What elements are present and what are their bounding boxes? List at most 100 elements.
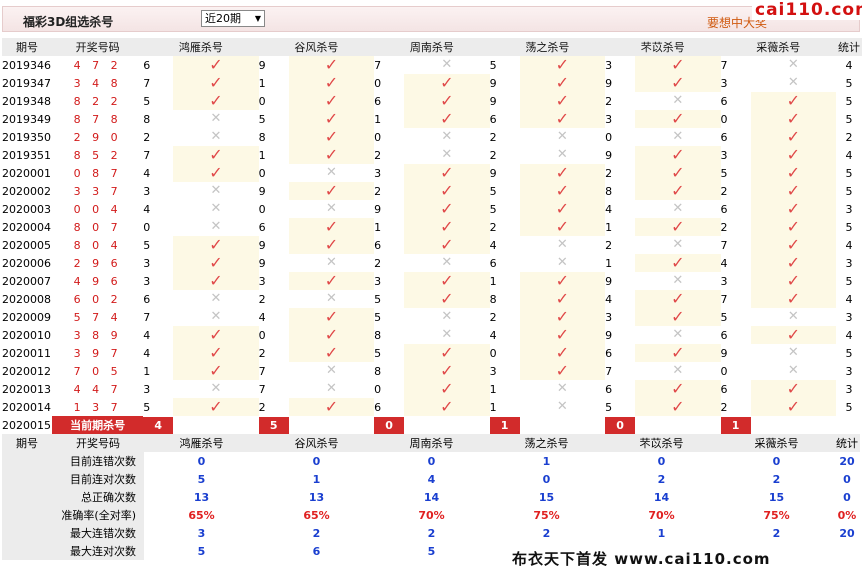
result-cell: ✓ [288,182,375,200]
draw-number-cell: 1 3 7 [73,400,122,414]
kill-number-cell: 6 [374,238,382,252]
check-icon: ✓ [786,164,800,182]
stats-value: 75% [763,508,790,522]
stats-row: 最大连错次数 3 2 2 2 1 2 20 [2,524,860,542]
cross-icon: ✕ [556,237,568,252]
result-cell: ✓ [173,344,259,362]
kill-number-table: 期号 开奖号码 鸿雁杀号 谷风杀号 周南杀号 荡之杀号 芣苡杀号 采薇杀号 统计… [2,38,862,434]
result-cell: ✓ [635,164,721,182]
kill-number-cell: 7 [720,58,728,72]
kill-number-cell: 6 [374,94,382,108]
kill-number-cell: 1 [605,256,613,270]
check-icon: ✓ [209,236,223,254]
check-icon: ✓ [324,182,339,200]
result-cell: ✕ [404,308,489,326]
period-cell: 2020006 [2,256,51,270]
period-range-select[interactable]: 近20期 ▼ [201,10,265,27]
cross-icon: ✕ [556,129,568,144]
total-cell: 5 [845,220,853,234]
result-cell: ✓ [750,218,836,236]
check-icon: ✓ [440,344,454,362]
result-cell: ✕ [635,236,720,254]
total-cell: 4 [845,238,853,252]
kill-number-cell: 1 [258,76,266,90]
kill-number-cell: 5 [489,184,497,198]
kill-number-cell: 2 [374,184,382,198]
col-header: 期号 [2,38,52,56]
period-cell: 2020008 [2,292,51,306]
check-icon: ✓ [786,254,800,272]
cross-icon: ✕ [441,327,453,342]
total-cell: 4 [845,148,853,162]
kill-number-cell: 6 [143,58,151,72]
draw-number-cell: 0 0 4 [73,202,122,216]
check-icon: ✓ [786,290,800,308]
kill-number-cell: 5 [143,400,151,414]
result-cell: ✓ [404,344,490,362]
draw-number-cell: 2 9 0 [73,130,122,144]
check-icon: ✓ [324,146,339,164]
result-cell: ✓ [404,182,490,200]
kill-number-cell: 5 [374,310,382,324]
check-icon: ✓ [786,398,800,416]
draw-number-cell: 0 8 7 [73,166,122,180]
kill-number-cell: 4 [605,202,613,216]
stats-header: 期号 开奖号码 鸿雁杀号 谷风杀号 周南杀号 荡之杀号 芣苡杀号 采薇杀号 统计 [2,434,860,452]
check-icon: ✓ [440,290,454,308]
kill-number-cell: 6 [720,94,728,108]
result-cell: ✓ [288,146,375,164]
result-cell: ✓ [750,272,836,290]
kill-number-cell: 3 [605,58,613,72]
current-period: 2020015 [2,418,51,432]
check-icon: ✓ [786,146,800,164]
result-cell: ✓ [288,92,375,110]
kill-number-cell: 3 [143,274,151,288]
stats-value: 5 [197,472,206,486]
result-cell: ✕ [173,128,258,146]
result-cell: ✓ [635,182,721,200]
result-cell: ✓ [519,344,606,362]
cross-icon: ✕ [672,363,684,378]
cross-icon: ✕ [787,363,799,378]
current-label: 当前期杀号 [51,416,144,434]
check-icon: ✓ [440,110,454,128]
draw-number-cell: 3 3 7 [73,184,122,198]
kill-number-cell: 6 [720,328,728,342]
kill-number-cell: 6 [605,382,613,396]
result-cell: ✓ [519,308,606,326]
table-row: 2020012 7 0 5 1 ✓ 7 ✕ 8 ✓ 3 ✓ 7 ✕ 0 ✕ 3 [2,362,862,380]
result-cell: ✕ [289,290,374,308]
result-cell: ✓ [288,272,375,290]
stats-value: 1 [542,454,551,468]
col-header: 鸿雁杀号 [144,434,259,452]
table-row: 2019351 8 5 2 7 ✓ 1 ✓ 2 ✕ 2 ✕ 9 ✓ 3 ✓ 4 [2,146,862,164]
result-cell: ✕ [751,344,836,362]
total-cell: 4 [845,292,853,306]
check-icon: ✓ [671,380,685,398]
stats-value: 5 [427,544,436,558]
kill-number-cell: 0 [489,346,497,360]
result-cell: ✓ [288,128,375,146]
result-cell: ✓ [288,110,375,128]
stats-value: 3 [197,526,206,540]
check-icon: ✓ [555,92,570,110]
stats-value: 2 [427,526,436,540]
total-cell: 3 [845,364,853,378]
stats-value: 65% [188,508,215,522]
result-cell: ✓ [404,362,490,380]
period-cell: 2019347 [2,76,51,90]
kill-number-cell: 7 [258,382,266,396]
period-cell: 2020004 [2,220,51,234]
draw-number-cell: 8 0 7 [73,220,122,234]
col-header: 开奖号码 [52,434,144,452]
kill-number-cell: 8 [143,112,151,126]
result-cell: ✕ [289,200,374,218]
result-cell: ✕ [520,236,605,254]
kill-number-cell: 5 [720,166,728,180]
result-cell: ✓ [288,398,375,416]
cross-icon: ✕ [210,129,222,144]
result-cell: ✓ [635,56,721,74]
check-icon: ✓ [555,56,570,74]
table-row: 2020013 4 4 7 3 ✕ 7 ✕ 0 ✓ 1 ✕ 6 ✓ 6 ✓ 3 [2,380,862,398]
kill-number-cell: 2 [374,148,382,162]
